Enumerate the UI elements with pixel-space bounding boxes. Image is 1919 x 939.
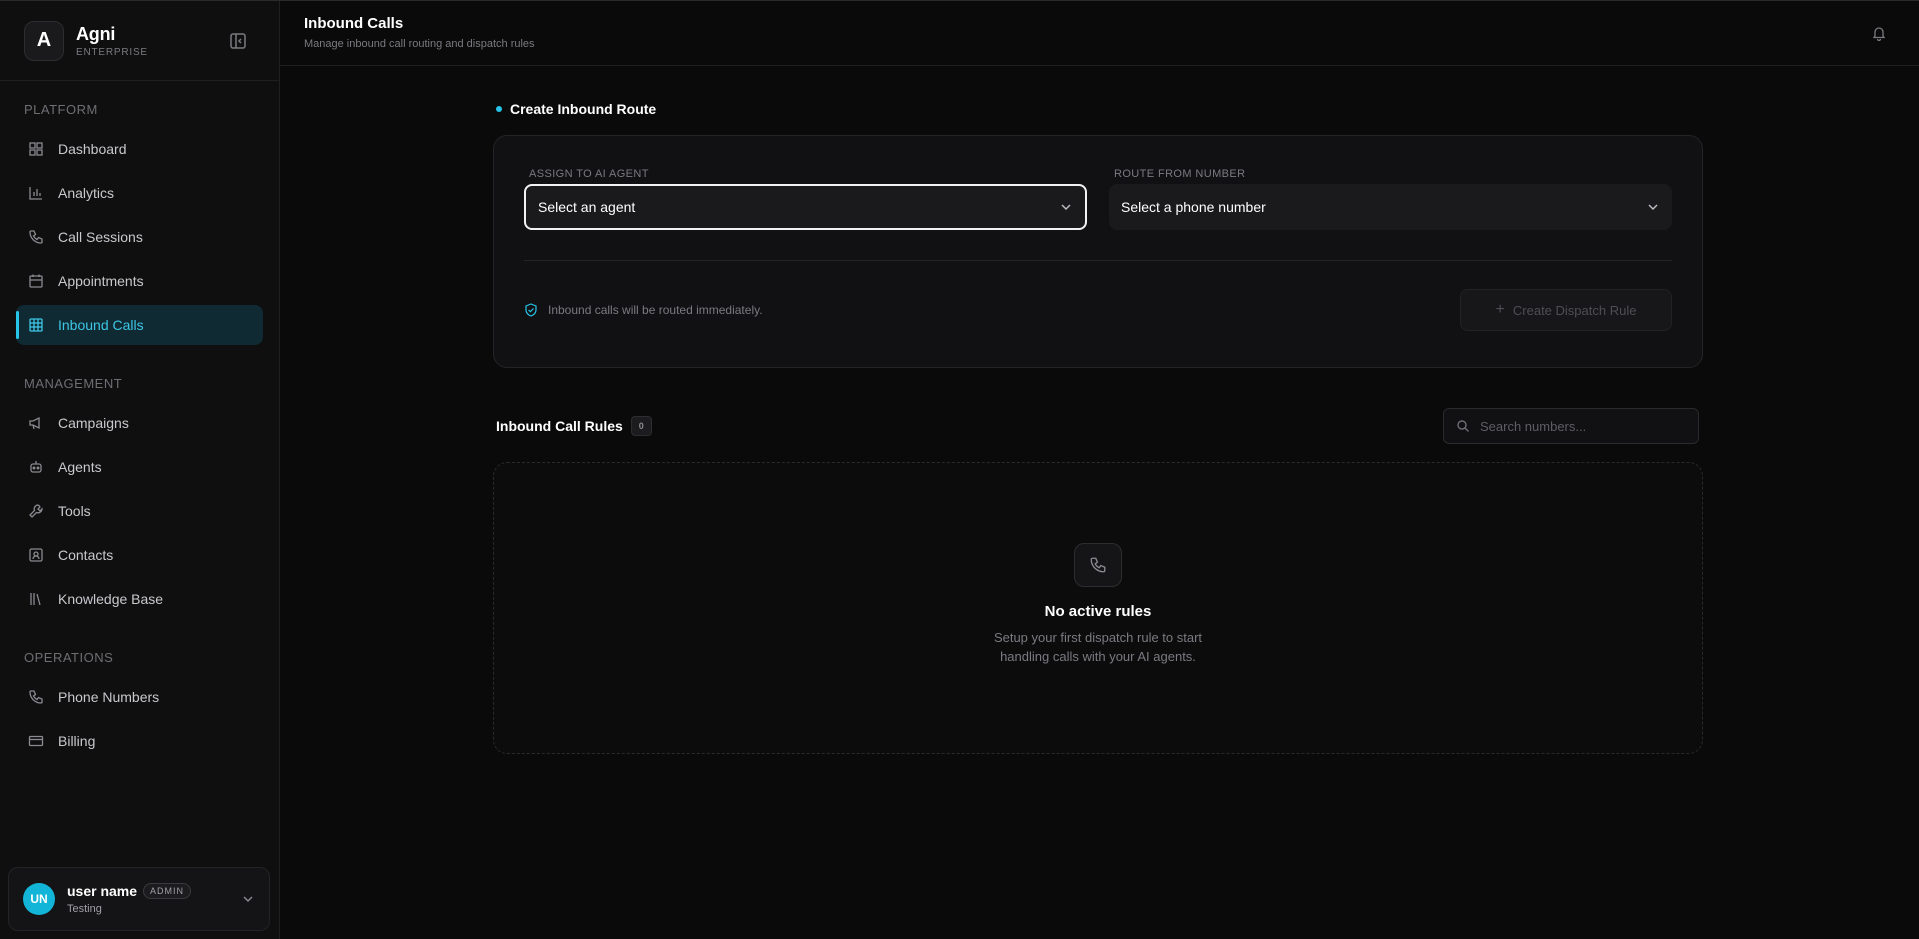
user-org: Testing [67, 903, 102, 915]
sidebar-item-inbound-calls[interactable]: Inbound Calls [16, 305, 263, 345]
sidebar-item-tools[interactable]: Tools [16, 491, 263, 531]
phone-icon [29, 690, 43, 704]
sidebar-item-label: Call Sessions [58, 229, 143, 245]
sidebar-item-label: Agents [58, 459, 102, 475]
sidebar-item-label: Campaigns [58, 415, 129, 431]
sidebar-item-call-sessions[interactable]: Call Sessions [16, 217, 263, 257]
contact-icon [29, 548, 43, 562]
brand-name: Agni [76, 23, 116, 44]
sidebar-item-knowledge-base[interactable]: Knowledge Base [16, 579, 263, 619]
dashboard-icon [29, 142, 43, 156]
agent-field: ASSIGN TO AI AGENT Select an agent [524, 168, 1087, 230]
bot-icon [30, 461, 42, 473]
agent-label: ASSIGN TO AI AGENT [529, 168, 649, 180]
sidebar-item-label: Inbound Calls [58, 317, 144, 333]
avatar: UN [23, 883, 55, 915]
routing-note: Inbound calls will be routed immediately… [524, 303, 763, 317]
create-dispatch-rule-button[interactable]: + Create Dispatch Rule [1460, 289, 1672, 331]
phone-icon [29, 230, 43, 244]
sidebar: A Agni ENTERPRISE PLATFORM Dashboard Ana… [0, 1, 280, 939]
chevron-down-icon [1648, 204, 1658, 211]
app-shell: A Agni ENTERPRISE PLATFORM Dashboard Ana… [0, 0, 1919, 939]
nav-heading-management: MANAGEMENT [24, 376, 123, 391]
nav-operations: OPERATIONS Phone Numbers Billing [0, 649, 279, 761]
user-menu[interactable]: UN user name ADMIN Testing [8, 867, 270, 931]
sidebar-item-label: Contacts [58, 547, 114, 563]
sidebar-item-phone-numbers[interactable]: Phone Numbers [16, 677, 263, 717]
sidebar-item-label: Dashboard [58, 141, 127, 157]
nav-management: MANAGEMENT Campaigns Agents Tools Contac… [0, 375, 279, 619]
page-subtitle: Manage inbound call routing and dispatch… [304, 38, 535, 50]
calendar-icon [29, 274, 43, 288]
library-icon [30, 593, 41, 606]
rules-title: Inbound Call Rules 0 [493, 416, 652, 436]
accent-dot [496, 106, 502, 112]
sidebar-item-label: Analytics [58, 185, 115, 201]
rules-header: Inbound Call Rules 0 [493, 408, 1703, 444]
search-input[interactable] [1480, 418, 1680, 434]
role-badge: ADMIN [143, 883, 192, 899]
empty-state-icon [1074, 543, 1122, 587]
empty-state-description: Setup your first dispatch rule to start … [993, 630, 1203, 664]
rules-count-badge: 0 [630, 416, 652, 436]
empty-state: No active rules Setup your first dispatc… [493, 462, 1703, 754]
number-label: ROUTE FROM NUMBER [1114, 168, 1246, 180]
brand: A Agni ENTERPRISE [0, 1, 279, 81]
agent-select[interactable]: Select an agent [524, 184, 1087, 230]
page-title: Inbound Calls [304, 15, 404, 32]
wrench-icon [29, 504, 43, 518]
sidebar-item-label: Billing [58, 733, 96, 749]
sidebar-item-label: Phone Numbers [58, 689, 160, 705]
sidebar-item-label: Appointments [58, 273, 144, 289]
search-box [1443, 408, 1699, 444]
plus-icon: + [1495, 301, 1505, 318]
divider [524, 260, 1672, 261]
sidebar-item-dashboard[interactable]: Dashboard [16, 129, 263, 169]
bar-chart-icon [29, 187, 42, 200]
sidebar-item-contacts[interactable]: Contacts [16, 535, 263, 575]
sidebar-item-analytics[interactable]: Analytics [16, 173, 263, 213]
sidebar-item-agents[interactable]: Agents [16, 447, 263, 487]
nav-heading-operations: OPERATIONS [24, 650, 114, 665]
sidebar-item-appointments[interactable]: Appointments [16, 261, 263, 301]
chevron-down-icon [243, 896, 253, 903]
search-icon [1457, 420, 1469, 432]
empty-state-title: No active rules [1044, 603, 1152, 620]
brand-tier: ENTERPRISE [76, 46, 148, 58]
brand-logo: A [24, 20, 64, 61]
grid-icon [29, 318, 43, 332]
content: Create Inbound Route ASSIGN TO AI AGENT … [493, 101, 1703, 754]
sidebar-collapse-icon[interactable] [228, 31, 248, 51]
nav-platform: PLATFORM Dashboard Analytics Call Sessio… [0, 101, 279, 345]
create-route-card: ASSIGN TO AI AGENT Select an agent ROUTE… [493, 135, 1703, 368]
number-select[interactable]: Select a phone number [1109, 184, 1672, 230]
phone-icon [1090, 557, 1106, 573]
create-route-heading: Create Inbound Route [493, 101, 1703, 117]
sidebar-item-campaigns[interactable]: Campaigns [16, 403, 263, 443]
chevron-down-icon [1061, 204, 1071, 211]
sidebar-item-label: Knowledge Base [58, 591, 164, 607]
nav-heading-platform: PLATFORM [24, 102, 98, 117]
main-area: Inbound Calls Manage inbound call routin… [280, 1, 1919, 939]
bell-icon[interactable] [1871, 25, 1887, 41]
topbar: Inbound Calls Manage inbound call routin… [280, 1, 1919, 66]
number-field: ROUTE FROM NUMBER Select a phone number [1109, 168, 1672, 230]
credit-card-icon [28, 735, 44, 747]
user-name: user name [67, 883, 138, 899]
megaphone-icon [29, 416, 40, 430]
sidebar-item-label: Tools [58, 503, 91, 519]
sidebar-item-billing[interactable]: Billing [16, 721, 263, 761]
shield-check-icon [525, 303, 537, 317]
